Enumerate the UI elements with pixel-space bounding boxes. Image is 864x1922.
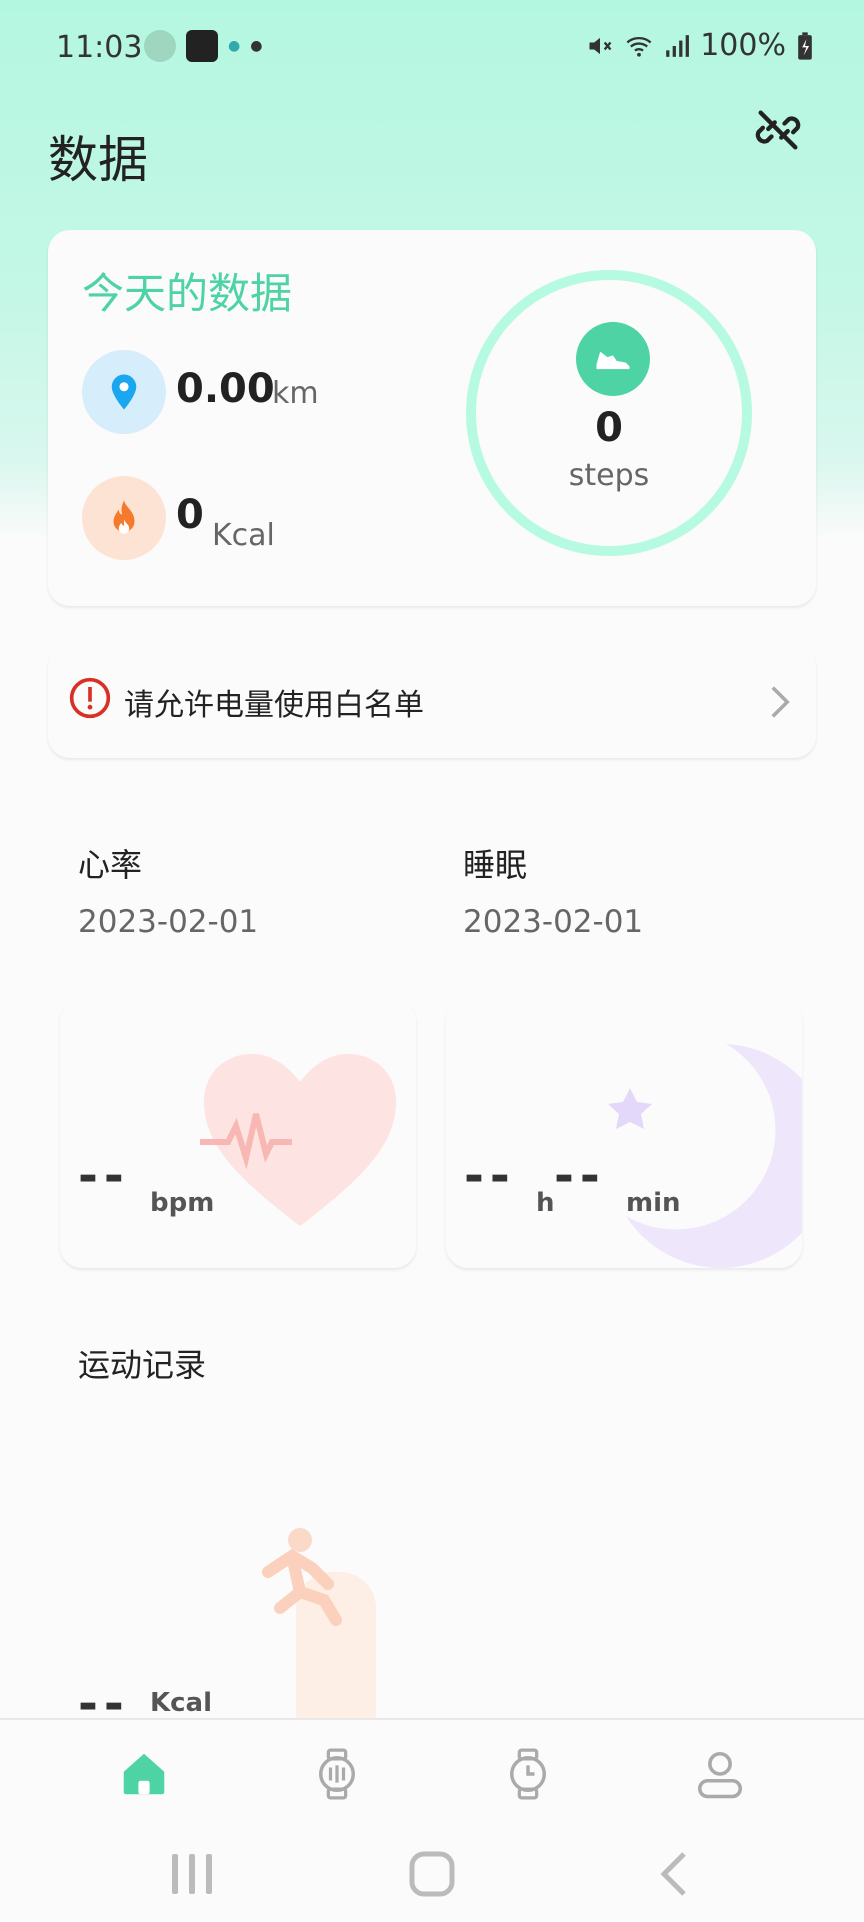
unlink-icon[interactable] bbox=[752, 104, 804, 156]
battery-whitelist-notice[interactable]: 请允许电量使用白名单 bbox=[48, 646, 816, 758]
heart-rate-value: -- bbox=[78, 1148, 130, 1204]
signal-icon bbox=[666, 34, 690, 57]
heart-illustration-icon bbox=[200, 1054, 396, 1226]
steps-value: 0 bbox=[595, 405, 623, 451]
app-notification-icon bbox=[144, 30, 176, 62]
exercise-card[interactable]: -- Kcal bbox=[60, 1440, 416, 1718]
tab-profile[interactable] bbox=[688, 1742, 752, 1806]
exercise-value: -- bbox=[78, 1676, 130, 1718]
calories-value: 0 bbox=[176, 492, 204, 538]
notification-icons: ● ● bbox=[144, 30, 262, 62]
app-notification-icon bbox=[186, 30, 218, 62]
heart-rate-unit: bpm bbox=[150, 1188, 215, 1218]
heart-rate-date: 2023-02-01 bbox=[78, 904, 259, 940]
flame-icon bbox=[82, 476, 166, 560]
sleep-label: 睡眠 bbox=[463, 846, 528, 884]
chevron-right-icon bbox=[771, 686, 790, 718]
runner-illustration-icon bbox=[262, 1528, 376, 1718]
status-time: 11:03 bbox=[56, 30, 143, 65]
exercise-label: 运动记录 bbox=[78, 1346, 207, 1384]
home-icon bbox=[123, 1753, 165, 1795]
page-title: 数据 bbox=[48, 131, 148, 189]
app-notification-icon: ● bbox=[228, 38, 241, 54]
mute-icon bbox=[589, 37, 612, 54]
recent-apps-icon[interactable] bbox=[166, 1850, 218, 1898]
heart-rate-label: 心率 bbox=[78, 846, 143, 884]
home-button-icon[interactable] bbox=[406, 1850, 458, 1898]
calories-unit: Kcal bbox=[212, 518, 275, 553]
tab-home[interactable] bbox=[112, 1742, 176, 1806]
wifi-icon bbox=[626, 36, 652, 57]
sleep-minutes-unit: min bbox=[626, 1188, 681, 1218]
sleep-minutes-value: -- bbox=[554, 1148, 606, 1204]
distance-value: 0.00 bbox=[176, 366, 275, 412]
watch-icon bbox=[510, 1748, 546, 1800]
moon-illustration-icon bbox=[608, 1044, 802, 1268]
tab-watch[interactable] bbox=[496, 1742, 560, 1806]
today-title: 今天的数据 bbox=[82, 269, 293, 318]
dot-icon: ● bbox=[250, 38, 263, 54]
distance-unit: km bbox=[272, 376, 319, 411]
sleep-card[interactable]: -- h -- min bbox=[446, 1000, 802, 1268]
heart-rate-card[interactable]: -- bpm bbox=[60, 1000, 416, 1268]
shoe-icon bbox=[576, 322, 650, 396]
battery-charging-icon bbox=[798, 31, 812, 60]
profile-icon bbox=[697, 1751, 743, 1799]
notice-text: 请允许电量使用白名单 bbox=[124, 688, 424, 723]
battery-percent: 100% bbox=[700, 28, 786, 63]
steps-label: steps bbox=[568, 458, 650, 493]
tab-watch-settings[interactable] bbox=[305, 1742, 369, 1806]
sleep-date: 2023-02-01 bbox=[463, 904, 644, 940]
exercise-unit: Kcal bbox=[150, 1688, 213, 1718]
back-icon[interactable] bbox=[650, 1850, 702, 1898]
sleep-hours-value: -- bbox=[464, 1148, 516, 1204]
today-card[interactable]: 今天的数据 0.00 km 0 Kcal 0 steps bbox=[48, 230, 816, 606]
sleep-hours-unit: h bbox=[536, 1188, 555, 1218]
status-bar: 11:03 ● ● 100% bbox=[0, 0, 864, 96]
status-right: 100% bbox=[586, 28, 814, 63]
location-icon bbox=[82, 350, 166, 434]
warning-icon bbox=[69, 677, 111, 719]
watch-settings-icon bbox=[319, 1748, 355, 1800]
